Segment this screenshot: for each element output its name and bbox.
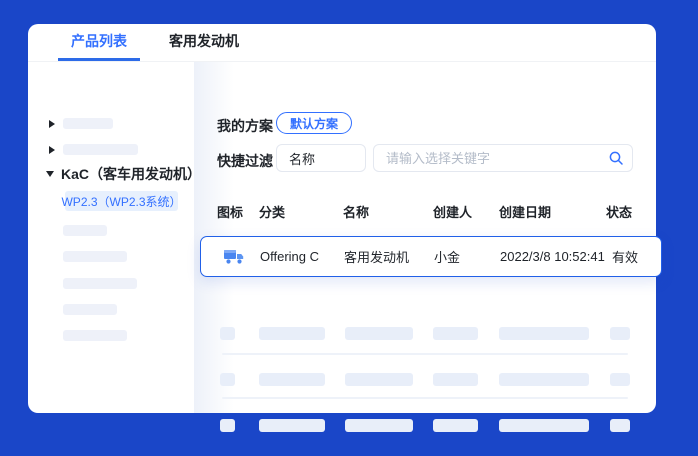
skeleton-bar (499, 327, 589, 340)
skeleton-bar (259, 419, 325, 432)
column-header-created-date: 创建日期 (499, 205, 552, 220)
tree-item-collapsed-1[interactable] (49, 118, 113, 129)
tree-item-collapsed-2[interactable] (49, 144, 138, 155)
skeleton-bar (345, 327, 413, 340)
tree-subitem-wp23[interactable]: WP2.3（WP2.3系统） (61, 191, 182, 211)
column-header-creator: 创建人 (433, 205, 473, 220)
skeleton-bar (433, 373, 478, 386)
skeleton-bar (499, 373, 589, 386)
skeleton-bar (63, 144, 138, 155)
skeleton-bar (63, 118, 113, 129)
skeleton-bar (433, 327, 478, 340)
skeleton-bar (345, 373, 413, 386)
chevron-right-icon (49, 145, 55, 154)
skeleton-bar (259, 373, 325, 386)
skeleton-bar (63, 225, 107, 236)
row-divider (222, 353, 628, 355)
skeleton-bar (610, 373, 630, 386)
skeleton-bar (63, 251, 127, 262)
skeleton-bar (63, 304, 117, 315)
tree-item-kac[interactable]: KaC（客车用发动机） (46, 164, 201, 184)
table-row-selected[interactable]: Offering C 客用发动机 小金 2022/3/8 10:52:41 有效 (200, 236, 662, 277)
skeleton-bar (63, 278, 137, 289)
row-cell-name: 客用发动机 (344, 250, 410, 265)
main-panel: 我的方案 默认方案 快捷过滤 名称 图标 分类 名称 创建人 创建日期 状态 (195, 62, 662, 432)
skeleton-bar (220, 373, 235, 386)
chevron-down-icon (46, 171, 54, 177)
column-header-status: 状态 (606, 205, 633, 220)
tab-product-list[interactable]: 产品列表 (58, 24, 140, 61)
app-window: 产品列表 客用发动机 KaC（客车用发动机） WP2.3（WP2.3系统） 我的… (28, 24, 662, 432)
column-header-name: 名称 (343, 205, 370, 220)
skeleton-bar (63, 330, 127, 341)
truck-icon (224, 250, 244, 264)
skeleton-bar (259, 327, 325, 340)
search-input[interactable] (373, 144, 633, 172)
sidebar-tree: KaC（客车用发动机） WP2.3（WP2.3系统） (28, 62, 201, 413)
tree-item-label: KaC（客车用发动机） (61, 166, 202, 182)
row-cell-creator: 小金 (434, 250, 461, 265)
default-plan-button[interactable]: 默认方案 (276, 112, 353, 134)
chevron-right-icon (49, 119, 55, 128)
skeleton-bar (499, 419, 589, 432)
row-cell-created-date: 2022/3/8 10:52:41 (500, 249, 605, 264)
column-header-category: 分类 (259, 205, 286, 220)
row-cell-category: Offering C (260, 249, 320, 264)
row-cell-status: 有效 (612, 250, 639, 265)
row-divider (222, 397, 628, 399)
skeleton-bar (610, 419, 630, 432)
filter-field-select[interactable]: 名称 (276, 144, 366, 172)
skeleton-bar (220, 419, 235, 432)
my-plan-label: 我的方案 (217, 118, 273, 134)
search-box (373, 144, 633, 172)
quick-filter-label: 快捷过滤 (217, 153, 273, 169)
skeleton-bar (220, 327, 235, 340)
skeleton-bar (345, 419, 413, 432)
column-header-icon: 图标 (217, 205, 244, 220)
skeleton-bar (433, 419, 478, 432)
search-icon[interactable] (608, 150, 624, 166)
tab-bar: 产品列表 客用发动机 (28, 24, 656, 62)
skeleton-bar (610, 327, 630, 340)
tab-passenger-engine[interactable]: 客用发动机 (156, 24, 252, 61)
